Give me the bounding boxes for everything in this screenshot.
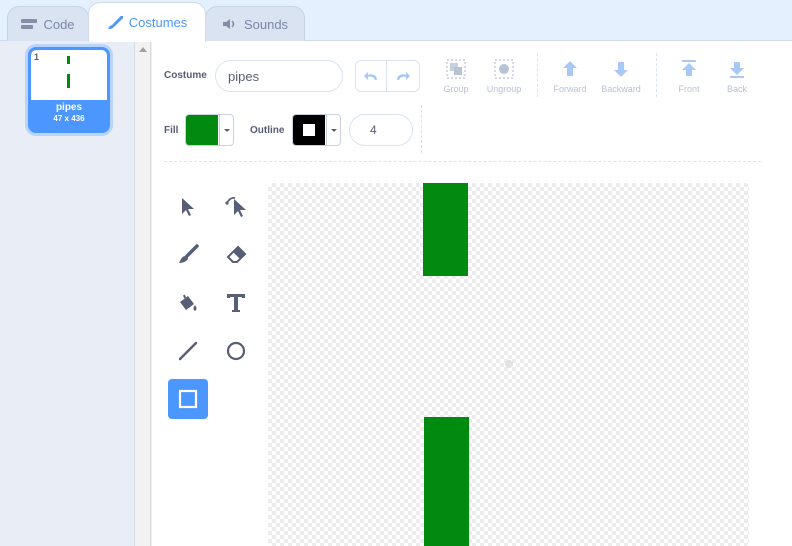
eraser-tool[interactable]: [216, 235, 256, 275]
speaker-icon: [222, 19, 235, 29]
tab-label-code: Code: [43, 16, 75, 32]
outline-label: Outline: [250, 125, 285, 136]
reshape-tool[interactable]: [216, 187, 256, 227]
toolbar-divider: [537, 53, 538, 97]
tab-sounds[interactable]: Sounds: [205, 6, 305, 41]
eraser-icon: [226, 245, 247, 263]
reshape-icon: [225, 196, 246, 217]
text-tool[interactable]: [216, 283, 256, 323]
outline-dropdown-caret[interactable]: [326, 115, 340, 145]
select-tool[interactable]: [168, 187, 208, 227]
editor-tab-bar: Code Costumes Sounds: [0, 0, 792, 42]
back-icon: [730, 62, 744, 78]
backward-label: Backward: [601, 84, 641, 94]
backward-icon: [614, 62, 628, 77]
costume-list-scrollbar[interactable]: [135, 41, 151, 546]
rectangle-tool[interactable]: [168, 379, 208, 419]
thumb-pipe-bottom: [67, 74, 70, 88]
tab-label-costumes: Costumes: [128, 15, 188, 30]
tab-label-sounds: Sounds: [243, 16, 289, 32]
ungroup-label: Ungroup: [486, 84, 522, 94]
fill-dropdown-caret[interactable]: [219, 115, 233, 145]
canvas-center-marker: [505, 360, 513, 368]
circle-icon: [226, 341, 246, 361]
undo-icon: [364, 72, 377, 80]
scroll-up-arrow[interactable]: [139, 47, 147, 52]
paint-bucket-icon: [180, 294, 197, 311]
costume-thumbnail: 1: [31, 50, 107, 100]
pipe-top[interactable]: [423, 183, 468, 276]
forward-icon: [563, 61, 577, 76]
costume-label: Costume: [164, 70, 207, 81]
fill-tool[interactable]: [168, 283, 208, 323]
fill-color-swatch: [186, 115, 218, 145]
outline-color-swatch: [293, 115, 325, 145]
costume-item[interactable]: 1 pipes 47 x 436: [28, 47, 110, 133]
rectangle-icon: [178, 389, 198, 409]
chevron-down-icon: [223, 128, 230, 132]
code-icon: [21, 19, 38, 29]
arrow-cursor-icon: [182, 198, 194, 216]
ungroup-button[interactable]: Ungroup: [474, 58, 534, 94]
brush-icon: [179, 244, 199, 263]
line-icon: [178, 341, 198, 361]
costume-name-input[interactable]: pipes: [215, 60, 343, 92]
brush-icon: [107, 15, 123, 29]
costume-list: 1 pipes 47 x 436: [0, 41, 135, 546]
text-icon: [227, 294, 245, 312]
toolbar-bottom-divider: [164, 161, 761, 162]
ungroup-icon: [494, 59, 514, 79]
back-label: Back: [726, 84, 747, 94]
front-icon: [682, 60, 696, 76]
costume-size: 47 x 436: [53, 114, 85, 123]
circle-tool[interactable]: [216, 331, 256, 371]
tab-code[interactable]: Code: [7, 6, 89, 41]
tab-costumes[interactable]: Costumes: [88, 2, 206, 42]
back-button[interactable]: Back: [707, 58, 767, 94]
redo-icon: [397, 72, 410, 80]
costume-number: 1: [34, 52, 40, 62]
paint-editor: Costume pipes Group Ungroup Forward Back…: [152, 41, 792, 546]
undo-button[interactable]: [355, 60, 387, 92]
drawing-canvas[interactable]: [268, 183, 749, 546]
brush-tool[interactable]: [168, 235, 208, 275]
fill-label: Fill: [164, 125, 179, 136]
outline-width-input[interactable]: 4: [349, 114, 413, 146]
chevron-down-icon: [330, 128, 337, 132]
toolbar-divider-2: [656, 53, 657, 97]
outline-color-picker[interactable]: [292, 114, 341, 146]
line-tool[interactable]: [168, 331, 208, 371]
fill-color-picker[interactable]: [185, 114, 234, 146]
backward-button[interactable]: Backward: [591, 58, 651, 94]
group-icon: [446, 59, 466, 79]
costume-name: pipes: [55, 102, 83, 113]
pipe-bottom[interactable]: [424, 417, 469, 546]
thumb-pipe-top: [67, 56, 70, 64]
redo-button[interactable]: [386, 60, 420, 92]
row2-divider: [421, 105, 422, 153]
